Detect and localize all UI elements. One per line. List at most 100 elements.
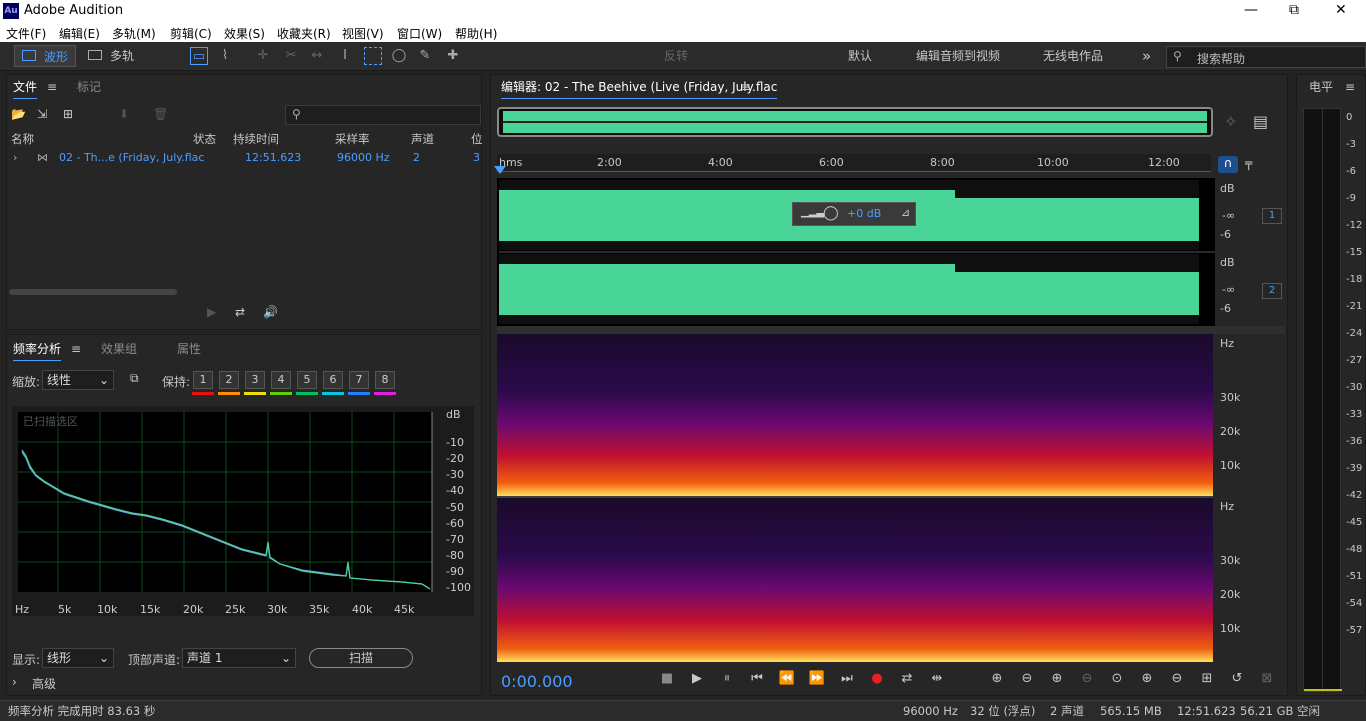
spectral-splitter[interactable] [497, 326, 1285, 334]
hold-slot-5[interactable]: 5 [297, 371, 317, 389]
menu-clip[interactable]: 剪辑(C) [170, 25, 212, 42]
tab-effects-rack[interactable]: 效果组 [101, 337, 137, 361]
zoom-out-amplitude-icon[interactable]: ⊖ [1018, 670, 1036, 688]
menu-favorites[interactable]: 收藏夹(R) [277, 25, 331, 42]
spectral-display[interactable] [497, 334, 1213, 662]
hold-slot-4[interactable]: 4 [271, 371, 291, 389]
stop-icon[interactable]: ■ [658, 670, 676, 688]
fast-forward-icon[interactable]: ⏩ [808, 670, 826, 688]
hold-slot-7[interactable]: 7 [349, 371, 369, 389]
editor-title[interactable]: 编辑器: 02 - The Beehive (Live (Friday, Jul… [501, 75, 778, 99]
col-bits[interactable]: 位 [471, 131, 483, 147]
hold-slot-8[interactable]: 8 [375, 371, 395, 389]
close-button[interactable]: ✕ [1335, 2, 1347, 18]
rewind-icon[interactable]: ⏪ [778, 670, 796, 688]
tab-markers[interactable]: 标记 [77, 75, 101, 99]
go-to-end-icon[interactable]: ⏭ [838, 670, 856, 688]
hold-slot-3[interactable]: 3 [245, 371, 265, 389]
channel-2-toggle[interactable]: 2 [1262, 283, 1282, 299]
spectral-display-icon[interactable]: ▭ [190, 47, 208, 65]
waveform-view-button[interactable]: 波形 [14, 45, 76, 67]
menu-window[interactable]: 窗口(W) [397, 25, 442, 42]
display-select[interactable]: 线形 ⌄ [42, 648, 114, 668]
col-duration[interactable]: 持续时间 [233, 131, 279, 147]
delete-icon[interactable]: 🗑 [153, 107, 168, 121]
menu-help[interactable]: 帮助(H) [455, 25, 497, 42]
zoom-in-amplitude-icon[interactable]: ⊕ [988, 670, 1006, 688]
zoom-in-time-icon[interactable]: ⊕ [1048, 670, 1066, 688]
workspace-video[interactable]: 编辑音频到视频 [916, 46, 1000, 66]
zoom-navigator-icon[interactable]: ✧ [1224, 112, 1237, 131]
col-rate[interactable]: 采样率 [335, 131, 370, 147]
snap-headphones-icon[interactable]: ∩ [1218, 156, 1238, 173]
col-name[interactable]: 名称 [11, 131, 34, 147]
menu-effects[interactable]: 效果(S) [224, 25, 265, 42]
scan-button[interactable]: 扫描 [309, 648, 413, 668]
waveform-display[interactable] [497, 178, 1215, 326]
maximize-button[interactable]: ⧉ [1289, 2, 1299, 18]
current-time[interactable]: 0:00.000 [501, 672, 573, 691]
hud-handle-icon[interactable]: ▁▂▃ [801, 207, 824, 218]
save-icon[interactable]: ⬇ [119, 107, 129, 121]
menu-file[interactable]: 文件(F) [6, 25, 46, 42]
minimize-button[interactable]: — [1244, 2, 1258, 18]
hold-slot-2[interactable]: 2 [219, 371, 239, 389]
more-workspaces-button[interactable]: » [1142, 46, 1151, 66]
top-channel-select[interactable]: 声道 1 ⌄ [182, 648, 296, 668]
skip-selection-icon[interactable]: ⇹ [928, 670, 946, 688]
tab-properties[interactable]: 属性 [177, 337, 201, 361]
move-tool-icon[interactable]: ✛ [254, 47, 272, 65]
razor-tool-icon[interactable]: ✂ [282, 47, 300, 65]
record-icon[interactable]: ● [868, 670, 886, 688]
play-preview-icon[interactable]: ▶ [207, 305, 216, 319]
advanced-toggle[interactable]: 高级 [32, 675, 56, 692]
hold-slot-6[interactable]: 6 [323, 371, 343, 389]
zoom-select[interactable]: 线性 ⌄ [42, 370, 114, 390]
expand-chevron-icon[interactable]: › [13, 151, 17, 164]
pin-icon[interactable]: ⊿ [901, 206, 910, 219]
advanced-chevron-icon[interactable]: › [12, 675, 17, 689]
multitrack-view-button[interactable]: 多轨 [80, 45, 142, 67]
import-icon[interactable]: ⇲ [37, 107, 47, 121]
col-status[interactable]: 状态 [193, 131, 216, 147]
overview-navigator[interactable] [497, 107, 1213, 137]
time-selection-tool-icon[interactable]: I [336, 47, 354, 65]
marker-pin-icon[interactable]: ╤ [1245, 156, 1252, 170]
level-menu-icon[interactable]: ≡ [1345, 75, 1355, 99]
zoom-out-point-icon[interactable]: ⊖ [1168, 670, 1186, 688]
volume-value[interactable]: +0 dB [847, 207, 881, 220]
workspace-default[interactable]: 默认 [848, 46, 872, 66]
zoom-reset-icon[interactable]: ↺ [1228, 670, 1246, 688]
autoplay-icon[interactable]: 🔊 [263, 305, 278, 319]
menu-view[interactable]: 视图(V) [342, 25, 384, 42]
files-search-input[interactable]: ⚲ [285, 105, 481, 125]
play-icon[interactable]: ▶ [688, 670, 706, 688]
editor-menu-icon[interactable]: ≡ [741, 75, 751, 99]
zoom-to-selection-icon[interactable]: ⊠ [1258, 670, 1276, 688]
navigator-menu-icon[interactable]: ▤ [1253, 112, 1268, 131]
copy-graph-icon[interactable]: ⧉ [130, 371, 139, 386]
volume-knob-icon[interactable]: ◯ [823, 205, 839, 221]
menu-multitrack[interactable]: 多轨(M) [112, 25, 156, 42]
hold-slot-1[interactable]: 1 [193, 371, 213, 389]
open-folder-icon[interactable]: 📂 [11, 107, 26, 121]
loop-playback-icon[interactable]: ⇄ [898, 670, 916, 688]
slip-tool-icon[interactable]: ↔ [308, 47, 326, 65]
zoom-full-icon[interactable]: ⊙ [1108, 670, 1126, 688]
marquee-tool-icon[interactable] [364, 47, 382, 65]
brush-tool-icon[interactable]: ✎ [416, 47, 434, 65]
pitch-display-icon[interactable]: ⌇ [216, 47, 234, 65]
zoom-out-time-icon[interactable]: ⊖ [1078, 670, 1096, 688]
go-to-start-icon[interactable]: ⏮ [748, 670, 766, 688]
loop-preview-icon[interactable]: ⇄ [235, 305, 245, 319]
time-ruler[interactable]: hms 2:00 4:00 6:00 8:00 10:00 12:00 [497, 154, 1211, 172]
pause-icon[interactable]: ⏸ [718, 670, 736, 688]
zoom-selection-icon[interactable]: ⊞ [1198, 670, 1216, 688]
frequency-graph[interactable]: 已扫描选区 dB -10 -20 -30 -40 -50 -60 -70 -80… [12, 406, 474, 616]
horizontal-scrollbar[interactable] [9, 289, 177, 295]
lasso-tool-icon[interactable]: ◯ [390, 47, 408, 65]
col-channels[interactable]: 声道 [411, 131, 434, 147]
files-panel-menu-icon[interactable]: ≡ [47, 75, 57, 99]
spot-healing-tool-icon[interactable]: ✚ [444, 47, 462, 65]
channel-1-toggle[interactable]: 1 [1262, 208, 1282, 224]
